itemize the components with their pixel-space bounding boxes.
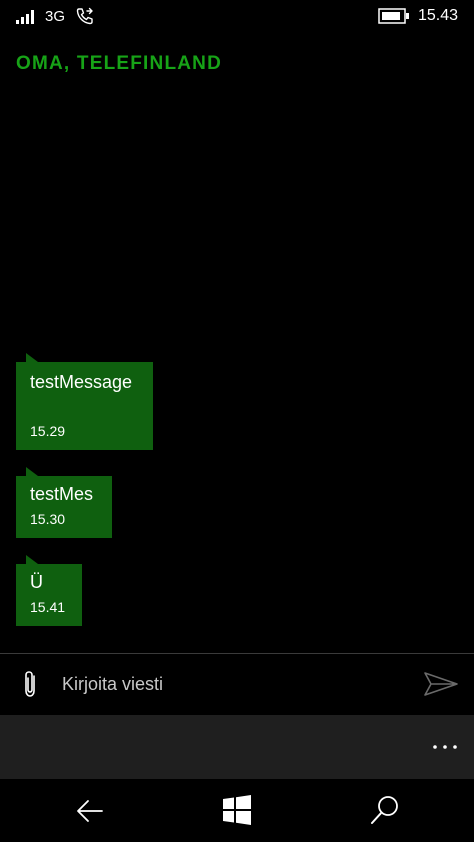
call-forward-icon	[76, 7, 93, 25]
message-bubble[interactable]: testMes 15.30	[16, 467, 112, 538]
signal-icon	[16, 10, 34, 24]
message-bubble[interactable]: Ü 15.41	[16, 555, 82, 626]
bubble-tail	[26, 353, 38, 362]
message-time: 15.29	[30, 423, 66, 439]
clock: 15.43	[417, 7, 458, 24]
start-button[interactable]	[222, 795, 252, 825]
battery-icon	[378, 8, 409, 24]
paperclip-icon	[25, 671, 35, 697]
more-icon	[433, 745, 457, 749]
message-time: 15.41	[30, 599, 66, 615]
network-type: 3G	[45, 8, 66, 25]
compose-bar	[0, 654, 474, 714]
attach-button[interactable]	[14, 668, 50, 700]
bubble-tail	[26, 467, 38, 476]
search-button[interactable]	[368, 793, 402, 827]
app-bar	[0, 715, 474, 779]
nav-bar	[0, 779, 474, 842]
message-input[interactable]	[62, 666, 402, 702]
back-arrow-icon	[77, 800, 103, 822]
conversation-title: OMA, TELEFINLAND	[16, 53, 223, 74]
windows-start-icon	[223, 795, 251, 825]
search-icon	[371, 796, 398, 824]
message-bubble[interactable]: testMessage 15.29	[16, 353, 153, 450]
send-icon	[424, 672, 458, 696]
message-text: Ü	[30, 572, 43, 592]
bubble-tail	[26, 555, 38, 564]
message-text: testMessage	[30, 372, 133, 392]
send-button[interactable]	[422, 670, 460, 698]
message-text: testMes	[30, 484, 94, 504]
more-button[interactable]	[430, 735, 460, 759]
message-time: 15.30	[30, 511, 66, 527]
back-button[interactable]	[74, 795, 106, 827]
status-bar: 3G 15.43	[0, 0, 474, 32]
